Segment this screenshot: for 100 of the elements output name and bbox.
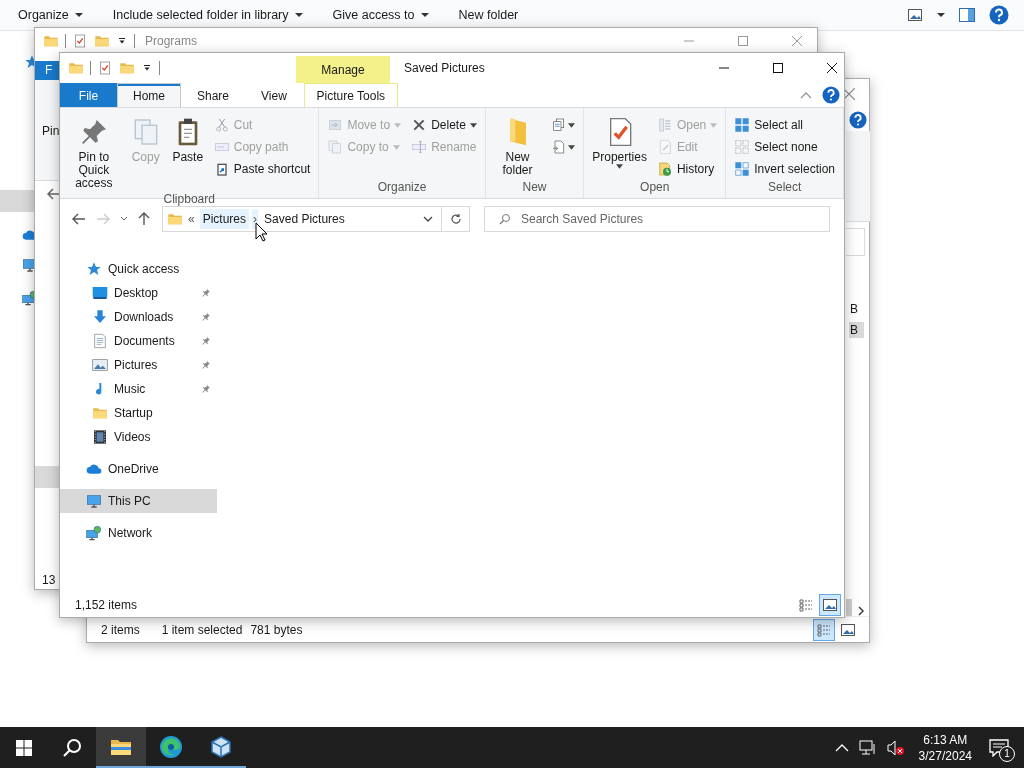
search-field[interactable] [846,228,865,256]
collapse-ribbon-icon[interactable] [800,91,812,99]
star-icon [86,261,102,277]
group-label: Clipboard [162,192,216,206]
scrollbar-thumb[interactable] [846,599,852,617]
refresh-button[interactable] [442,206,470,232]
clock-time[interactable]: 6:13 AM [923,731,968,748]
large-icons-view-icon[interactable] [819,594,841,616]
rename-icon [411,139,428,155]
maximize-icon[interactable] [772,62,784,74]
ribbon-button[interactable]: Pin to Quick access [65,114,123,192]
group-label: New [521,180,548,196]
toolbar-menu-button[interactable]: New folder [450,4,527,26]
properties-icon[interactable] [72,33,88,49]
moveto-icon [327,117,344,133]
ribbon-button-label[interactable]: Pin [42,124,60,138]
selection-text: 1 item selected [161,622,243,637]
network-icon [86,525,102,541]
clock-date[interactable]: 3/27/2024 [918,747,972,764]
pc-icon [86,493,102,509]
nav-item[interactable]: Documents [60,329,217,353]
nav-item[interactable]: Pictures [60,353,217,377]
ribbon-button[interactable]: Paste [168,114,207,166]
selectall-icon [734,117,751,133]
search-icon [499,213,511,225]
nav-item[interactable]: Startup [60,401,217,425]
nav-item[interactable]: OneDrive [60,457,217,481]
documents-icon [92,333,108,349]
toolbar-menu-button[interactable]: Include selected folder in library [104,4,311,26]
nav-item[interactable]: Network [60,521,217,545]
mouse-cursor-icon [255,222,268,242]
nav-item[interactable]: Desktop [60,281,217,305]
preview-pane-icon[interactable] [959,8,975,22]
item-count-text: 2 items [101,622,140,637]
selectnone-icon [734,139,751,155]
up-arrow-icon[interactable] [138,212,150,226]
back-arrow-icon[interactable] [47,188,61,200]
download-icon [92,309,108,325]
search-field[interactable]: Search Saved Pictures [484,206,830,232]
ribbon-tab[interactable]: View [245,83,303,107]
ribbon-button[interactable]: Invert selection [731,158,838,180]
file-size-text: B [849,301,859,317]
chevron-down-icon[interactable] [120,216,128,222]
windows-logo-icon [16,739,32,756]
help-icon[interactable] [989,5,1009,25]
ribbon-tab[interactable]: File [60,83,117,107]
close-icon[interactable] [826,62,838,74]
ribbon-button[interactable]: Select none [731,136,838,158]
history-icon [656,161,673,177]
back-arrow-icon[interactable] [72,213,86,225]
overflow-chevron[interactable]: « [186,212,197,226]
speaker-muted-icon[interactable] [886,739,905,756]
window-title: Saved Pictures [404,61,485,75]
toolbar-menu-button[interactable]: Give access to [324,4,437,26]
notification-icon[interactable] [989,738,1009,757]
pictures-icon [92,357,108,373]
breadcrumb-item[interactable]: Pictures [199,209,250,229]
network-icon[interactable] [858,739,877,756]
item-count-text: 1,152 items [75,598,138,612]
ribbon-tab[interactable]: F [35,61,60,80]
properties-icon[interactable] [97,60,113,76]
search-input[interactable]: Search Saved Pictures [519,211,829,227]
chevron-down-icon[interactable] [423,216,433,222]
search-icon [62,737,82,758]
cube-icon [209,734,233,759]
copyto-icon [327,139,344,155]
caret-icon[interactable] [937,11,945,19]
ribbon-tab[interactable]: Home [117,83,181,107]
refresh-icon [449,213,462,225]
address-bar[interactable]: « Pictures › Saved Pictures [162,206,442,232]
group-label: Organize [376,180,428,196]
scroll-right-icon[interactable] [857,606,865,616]
picture-view-icon[interactable] [907,7,923,23]
ribbon-button[interactable]: Properties [589,114,650,171]
ribbon-button[interactable]: Select all [731,114,838,136]
chevron-up-icon[interactable] [834,743,849,752]
window-title: Programs [145,34,197,48]
desktop-icon [92,285,108,301]
taskbar-app-button[interactable] [96,727,146,768]
nav-item[interactable]: This PC [60,489,217,513]
cut-icon [213,117,230,133]
help-icon[interactable] [849,111,867,129]
videos-icon [92,429,108,445]
nav-item[interactable]: Quick access [60,257,217,281]
ribbon-tab[interactable]: Share [181,83,246,107]
breadcrumb-item[interactable]: Saved Pictures [261,209,348,229]
ribbon-button[interactable]: Paste shortcut [210,158,314,180]
folder-icon [92,405,108,421]
help-icon[interactable] [822,86,840,104]
nav-item[interactable]: Music [60,377,217,401]
nav-item[interactable]: Downloads [60,305,217,329]
ribbon-button[interactable]: New folder [490,114,545,179]
nav-item[interactable]: Videos [60,425,217,449]
toolbar-menu-button[interactable]: Organize [10,4,91,26]
status-text: 13 [42,573,56,587]
folder-icon [167,211,183,227]
ribbon-button[interactable]: Delete [408,114,480,136]
ribbon-button[interactable]: History [653,158,721,180]
selected-row-highlight [0,190,34,212]
notification-badge: 1 [999,745,1015,762]
